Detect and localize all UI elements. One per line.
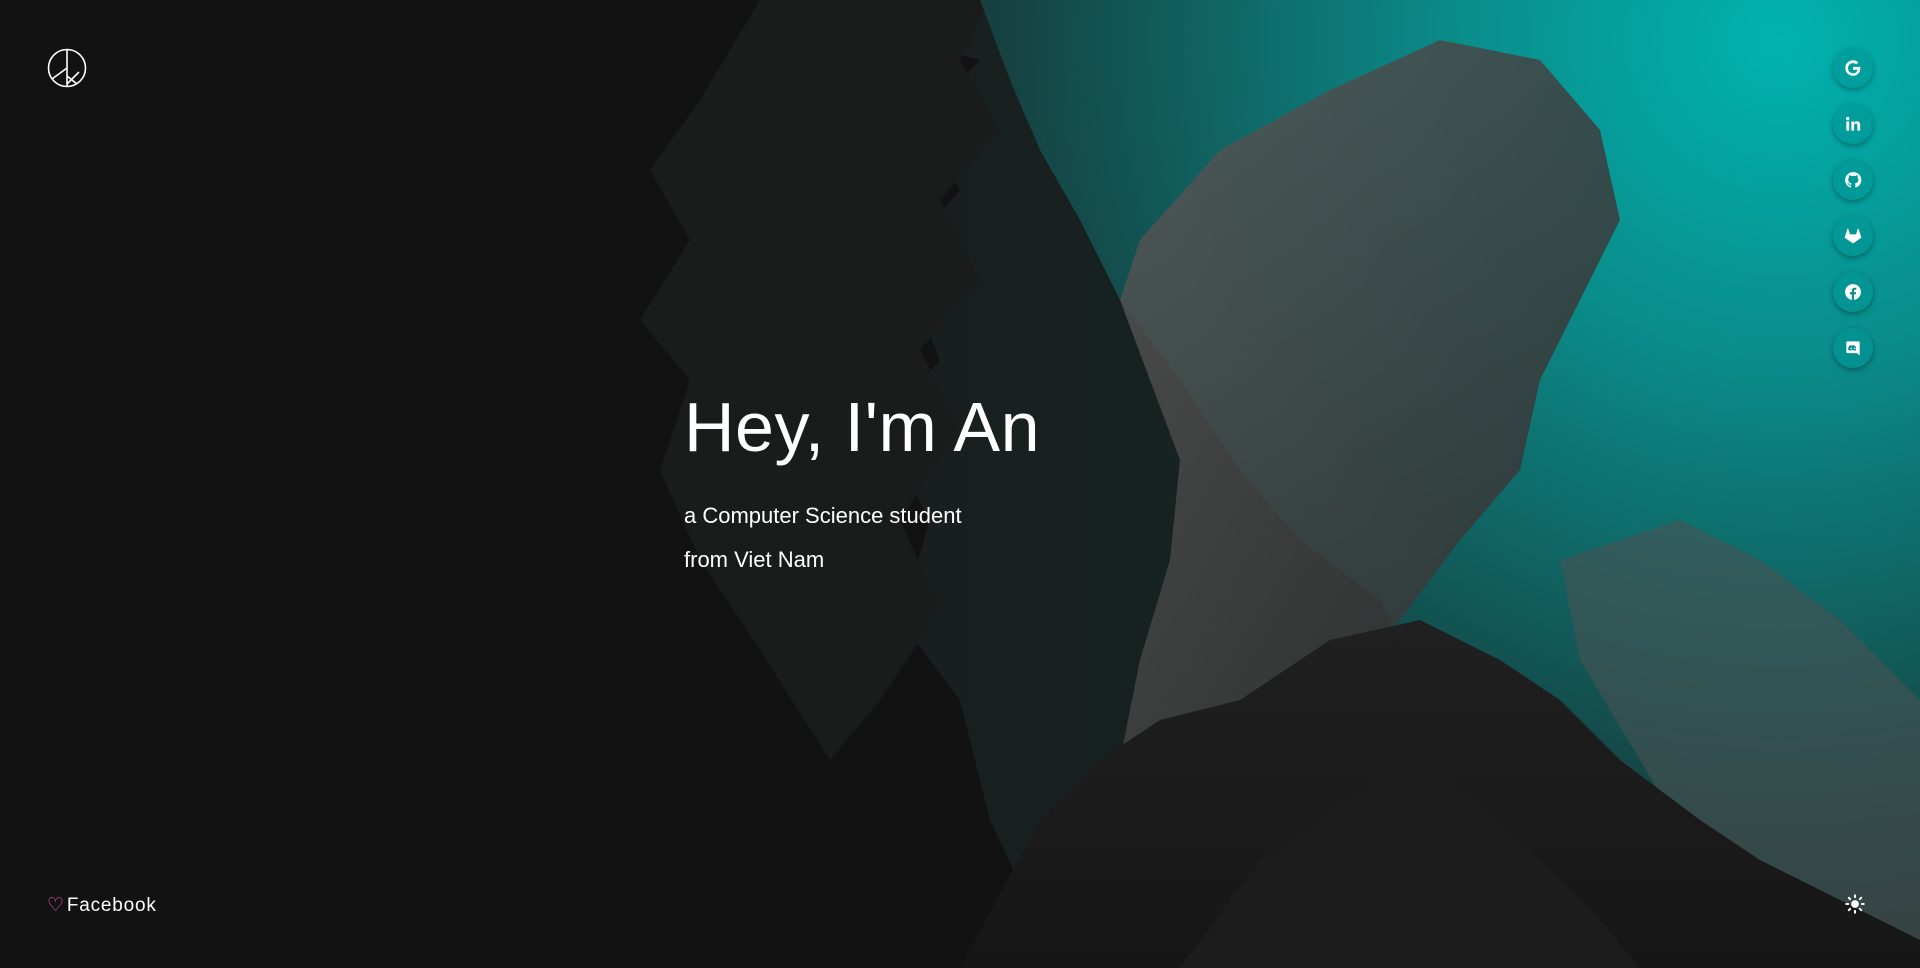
site-logo[interactable] (47, 48, 87, 88)
facebook-icon (1845, 284, 1861, 300)
discord-link[interactable] (1833, 328, 1873, 368)
hero-subtitle: a Computer Science student from Viet Nam (684, 494, 1040, 582)
sun-icon (1845, 894, 1865, 914)
linkedin-link[interactable] (1833, 104, 1873, 144)
hero-title: Hey, I'm An (684, 388, 1041, 466)
facebook-link[interactable] (1833, 272, 1873, 312)
discord-icon (1846, 341, 1860, 356)
page: Hey, I'm An a Computer Science student f… (0, 0, 1920, 968)
theme-toggle-button[interactable] (1837, 886, 1873, 922)
gitlab-icon (1844, 228, 1862, 244)
footer-facebook-link[interactable]: ♡ Facebook (47, 894, 157, 917)
footer-link-label: Facebook (66, 894, 157, 916)
heart-icon: ♡ (47, 895, 65, 916)
github-link[interactable] (1833, 160, 1873, 200)
hero-section: Hey, I'm An a Computer Science student f… (684, 382, 1040, 582)
linkedin-icon (1846, 116, 1861, 131)
gitlab-link[interactable] (1833, 216, 1873, 256)
hero-subtitle-line-2: from Viet Nam (684, 547, 825, 572)
google-icon (1845, 60, 1861, 76)
peace-logo-icon (47, 48, 87, 88)
google-link[interactable] (1833, 48, 1873, 88)
hero-subtitle-line-1: a Computer Science student (684, 503, 962, 528)
github-icon (1845, 172, 1862, 188)
social-links (1833, 48, 1873, 368)
